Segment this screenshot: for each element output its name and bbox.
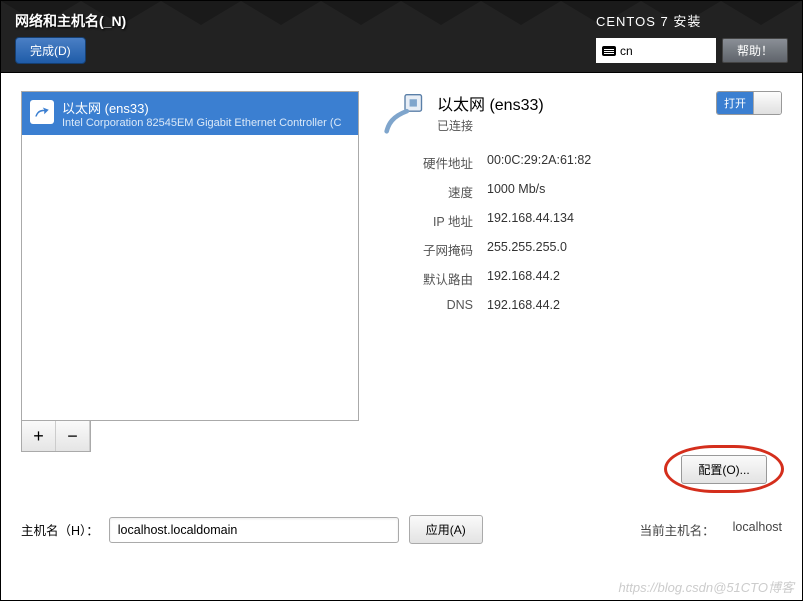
header-right: CENTOS 7 安装 cn 帮助！ — [596, 11, 788, 64]
header: 网络和主机名(_N) 完成(D) CENTOS 7 安装 cn 帮助！ — [1, 1, 802, 73]
mask-label: 子网掩码 — [383, 240, 473, 259]
add-device-button[interactable]: + — [22, 421, 56, 451]
connection-header: 以太网 (ens33) 已连接 打开 — [383, 91, 782, 135]
current-hostname: 当前主机名： localhost — [640, 520, 782, 539]
dns-value: 192.168.44.2 — [487, 298, 782, 312]
ip-label: IP 地址 — [383, 211, 473, 230]
ip-value: 192.168.44.134 — [487, 211, 782, 230]
header-left: 网络和主机名(_N) 完成(D) — [15, 11, 126, 64]
configure-button[interactable]: 配置(O)... — [681, 455, 766, 484]
current-hostname-label: 当前主机名： — [640, 520, 715, 539]
install-title: CENTOS 7 安装 — [596, 11, 701, 30]
toggle-on-label: 打开 — [717, 92, 753, 114]
remove-device-button[interactable]: − — [56, 421, 90, 451]
gateway-value: 192.168.44.2 — [487, 269, 782, 288]
mask-value: 255.255.255.0 — [487, 240, 782, 259]
speed-value: 1000 Mb/s — [487, 182, 782, 201]
toggle-handle — [753, 92, 781, 114]
dns-label: DNS — [383, 298, 473, 312]
left-column: 以太网 (ens33) Intel Corporation 82545EM Gi… — [21, 91, 359, 452]
device-name: 以太网 (ens33) — [62, 98, 341, 117]
connection-status: 已连接 — [437, 117, 706, 134]
gateway-label: 默认路由 — [383, 269, 473, 288]
page-title: 网络和主机名(_N) — [15, 11, 126, 31]
device-text: 以太网 (ens33) Intel Corporation 82545EM Gi… — [62, 98, 341, 129]
keyboard-layout: cn — [620, 44, 633, 58]
apply-button[interactable]: 应用(A) — [409, 515, 483, 544]
hw-address-value: 00:0C:29:2A:61:82 — [487, 153, 782, 172]
keyboard-indicator[interactable]: cn — [596, 38, 716, 63]
connection-title-wrap: 以太网 (ens33) 已连接 — [437, 91, 706, 134]
watermark: https://blog.csdn@51CTO博客 — [618, 577, 794, 596]
connection-toggle[interactable]: 打开 — [716, 91, 782, 115]
hostname-input[interactable] — [109, 517, 399, 543]
main-content: 以太网 (ens33) Intel Corporation 82545EM Gi… — [1, 73, 802, 462]
ethernet-plug-icon — [383, 91, 427, 135]
hw-address-label: 硬件地址 — [383, 153, 473, 172]
device-desc: Intel Corporation 82545EM Gigabit Ethern… — [62, 117, 341, 129]
header-controls: cn 帮助！ — [596, 38, 788, 63]
connection-info: 硬件地址 00:0C:29:2A:61:82 速度 1000 Mb/s IP 地… — [383, 153, 782, 312]
device-list[interactable]: 以太网 (ens33) Intel Corporation 82545EM Gi… — [21, 91, 359, 421]
add-remove-buttons: + − — [21, 421, 91, 452]
speed-label: 速度 — [383, 182, 473, 201]
toggle-wrap: 打开 — [716, 91, 782, 115]
help-button[interactable]: 帮助！ — [722, 38, 788, 63]
keyboard-icon — [602, 46, 616, 56]
current-hostname-value: localhost — [733, 520, 782, 539]
hostname-label: 主机名（H）： — [21, 520, 99, 539]
configure-wrap: 配置(O)... — [670, 451, 778, 487]
right-column: 以太网 (ens33) 已连接 打开 硬件地址 00:0C:29:2A:61:8… — [373, 91, 782, 452]
connection-title: 以太网 (ens33) — [437, 91, 706, 115]
ethernet-icon — [30, 100, 54, 124]
hostname-row: 主机名（H）： 应用(A) 当前主机名： localhost — [21, 515, 782, 544]
done-button[interactable]: 完成(D) — [15, 37, 86, 64]
device-item-ens33[interactable]: 以太网 (ens33) Intel Corporation 82545EM Gi… — [22, 92, 358, 135]
